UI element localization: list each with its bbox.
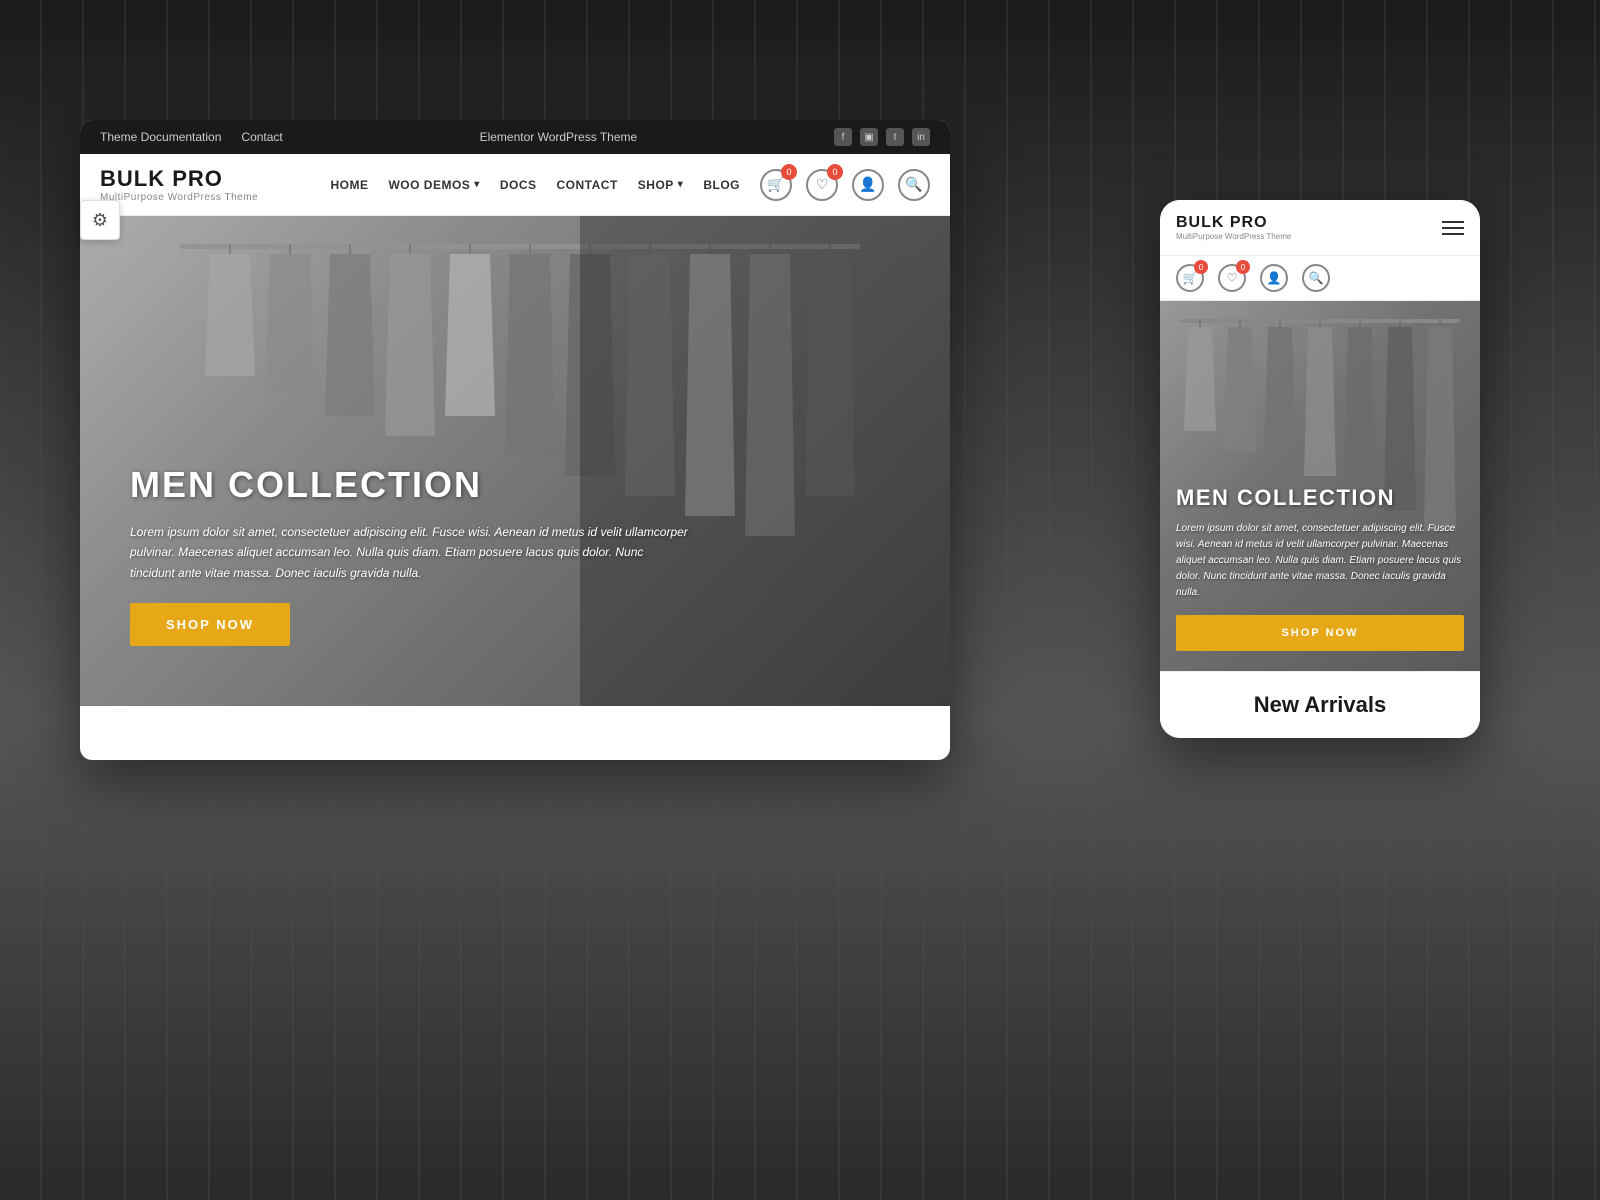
hero-content: MEN COLLECTION Lorem ipsum dolor sit ame… (130, 464, 690, 646)
mobile-wishlist-wrap[interactable]: ♡ 0 (1218, 264, 1246, 292)
logo-title: BULK PRO (100, 166, 258, 192)
twitter-icon[interactable]: t (886, 128, 904, 146)
nav-home[interactable]: HOME (330, 178, 368, 192)
mobile-logo-subtitle: MultiPurpose WordPress Theme (1176, 232, 1291, 241)
instagram-icon[interactable]: ▣ (860, 128, 878, 146)
theme-docs-link[interactable]: Theme Documentation (100, 130, 221, 144)
new-arrivals-title: New Arrivals (1176, 692, 1464, 718)
hamburger-line-1 (1442, 221, 1464, 223)
cart-badge: 0 (781, 164, 797, 180)
social-icons: f ▣ t in (834, 128, 930, 146)
hero-title: MEN COLLECTION (130, 464, 690, 506)
top-bar-center: Elementor WordPress Theme (480, 130, 638, 144)
linkedin-icon[interactable]: in (912, 128, 930, 146)
user-icon: 👤 (852, 169, 884, 201)
search-icon: 🔍 (898, 169, 930, 201)
hamburger-menu[interactable] (1442, 221, 1464, 235)
nav-contact[interactable]: CONTACT (557, 178, 618, 192)
contact-link[interactable]: Contact (241, 130, 282, 144)
shop-caret: ▾ (678, 179, 684, 190)
hero-section: MEN COLLECTION Lorem ipsum dolor sit ame… (80, 216, 950, 706)
mobile-search-icon: 🔍 (1302, 264, 1330, 292)
mobile-search-wrap[interactable]: 🔍 (1302, 264, 1330, 292)
settings-widget[interactable]: ⚙ (80, 200, 120, 240)
mobile-hero-description: Lorem ipsum dolor sit amet, consectetuer… (1176, 521, 1464, 601)
mobile-hero-title: MEN COLLECTION (1176, 485, 1464, 511)
mobile-logo-area: BULK PRO MultiPurpose WordPress Theme (1176, 214, 1291, 241)
nav-blog[interactable]: BLOG (703, 178, 740, 192)
nav-icons: 🛒 0 ♡ 0 👤 🔍 (760, 169, 930, 201)
desktop-window: Theme Documentation Contact Elementor Wo… (80, 120, 950, 760)
mobile-wishlist-badge: 0 (1236, 260, 1250, 274)
woo-demos-caret: ▾ (474, 179, 480, 190)
nav-bar: BULK PRO MultiPurpose WordPress Theme HO… (80, 154, 950, 216)
nav-links: HOME WOO DEMOS ▾ DOCS CONTACT SHOP ▾ BLO… (330, 178, 740, 192)
top-bar-left: Theme Documentation Contact (100, 130, 283, 144)
top-bar: Theme Documentation Contact Elementor Wo… (80, 120, 950, 154)
mobile-cart-badge: 0 (1194, 260, 1208, 274)
facebook-icon[interactable]: f (834, 128, 852, 146)
mobile-hero-section: MEN COLLECTION Lorem ipsum dolor sit ame… (1160, 301, 1480, 671)
nav-woo-demos[interactable]: WOO DEMOS ▾ (388, 178, 479, 192)
mobile-icons-row: 🛒 0 ♡ 0 👤 🔍 (1160, 256, 1480, 301)
cart-icon-wrap[interactable]: 🛒 0 (760, 169, 792, 201)
mobile-user-icon: 👤 (1260, 264, 1288, 292)
wishlist-icon-wrap[interactable]: ♡ 0 (806, 169, 838, 201)
mobile-header: BULK PRO MultiPurpose WordPress Theme (1160, 200, 1480, 256)
mobile-logo-title: BULK PRO (1176, 214, 1291, 232)
nav-docs[interactable]: DOCS (500, 178, 537, 192)
mobile-window: BULK PRO MultiPurpose WordPress Theme 🛒 … (1160, 200, 1480, 738)
mobile-shop-now-button[interactable]: SHOP NOW (1176, 615, 1464, 651)
user-icon-wrap[interactable]: 👤 (852, 169, 884, 201)
mobile-user-wrap[interactable]: 👤 (1260, 264, 1288, 292)
search-icon-wrap[interactable]: 🔍 (898, 169, 930, 201)
logo-subtitle: MultiPurpose WordPress Theme (100, 192, 258, 203)
wishlist-badge: 0 (827, 164, 843, 180)
hamburger-line-2 (1442, 227, 1464, 229)
new-arrivals-section: New Arrivals (1160, 671, 1480, 738)
mobile-hero-content: MEN COLLECTION Lorem ipsum dolor sit ame… (1176, 485, 1464, 651)
hamburger-line-3 (1442, 233, 1464, 235)
gear-icon: ⚙ (92, 210, 108, 231)
mobile-cart-wrap[interactable]: 🛒 0 (1176, 264, 1204, 292)
logo-area: BULK PRO MultiPurpose WordPress Theme (100, 166, 258, 203)
hero-description: Lorem ipsum dolor sit amet, consectetuer… (130, 522, 690, 583)
shop-now-button[interactable]: SHOP NOW (130, 603, 290, 646)
nav-shop[interactable]: SHOP ▾ (638, 178, 684, 192)
